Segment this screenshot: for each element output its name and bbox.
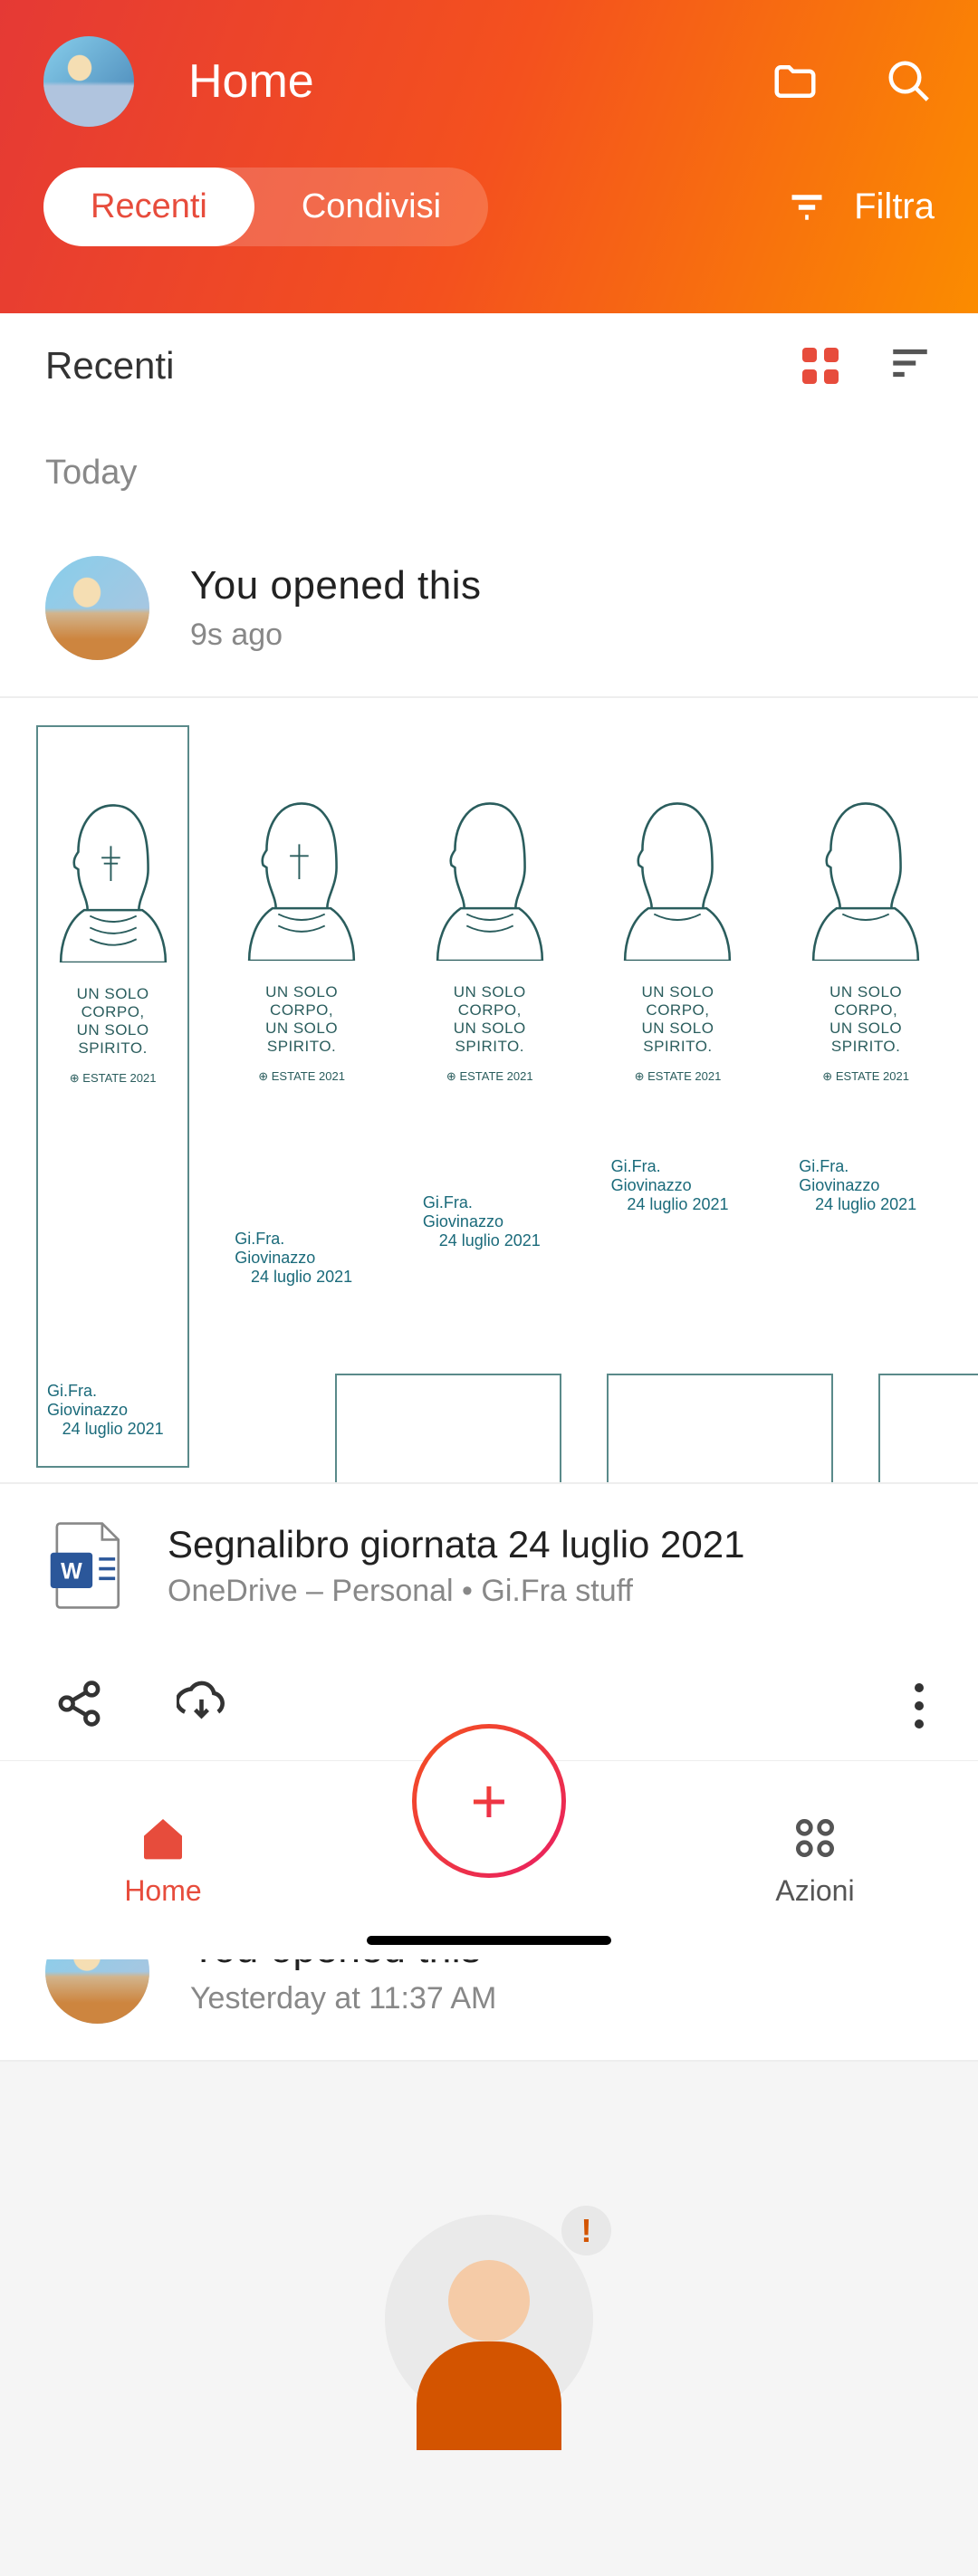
svg-text:W: W xyxy=(61,1558,82,1584)
sort-icon[interactable] xyxy=(887,340,933,390)
nav-actions-label: Azioni xyxy=(775,1874,854,1908)
section-title: Recenti xyxy=(45,344,799,388)
date-group-today: Today xyxy=(0,417,978,511)
document-preview[interactable]: UN SOLO CORPO,UN SOLO SPIRITO. ⊕ ESTATE … xyxy=(0,696,978,1484)
tab-shared[interactable]: Condivisi xyxy=(254,168,488,246)
more-icon[interactable] xyxy=(915,1683,924,1729)
nav-home[interactable]: Home xyxy=(0,1813,326,1908)
page-title: Home xyxy=(188,54,770,109)
extra-thumbs xyxy=(335,1374,978,1482)
empty-preview[interactable]: ! xyxy=(0,2060,978,2576)
bookmark-thumb: UN SOLO CORPO,UN SOLO SPIRITO. ⊕ ESTATE … xyxy=(602,725,754,1241)
file-info: Segnalibro giornata 24 luglio 2021 OneDr… xyxy=(168,1523,745,1609)
view-toggles xyxy=(799,340,933,390)
share-icon[interactable] xyxy=(54,1679,104,1733)
home-indicator[interactable] xyxy=(367,1936,611,1945)
activity-info: You opened this 9s ago xyxy=(190,563,482,653)
word-doc-icon: W xyxy=(45,1520,127,1611)
app-header: Home Recenti Condivisi Filtra xyxy=(0,0,978,313)
tabs-segment: Recenti Condivisi xyxy=(43,168,488,246)
activity-action: You opened this xyxy=(190,563,482,608)
tab-recent[interactable]: Recenti xyxy=(43,168,254,246)
section-header: Recenti xyxy=(0,313,978,417)
bookmark-thumb: UN SOLO CORPO,UN SOLO SPIRITO. ⊕ ESTATE … xyxy=(225,725,378,1314)
search-icon[interactable] xyxy=(884,56,935,107)
activity-time: Yesterday at 11:37 AM xyxy=(190,1981,496,2016)
activity-time: 9s ago xyxy=(190,618,482,653)
plus-icon: + xyxy=(471,1765,508,1837)
bookmark-thumb: UN SOLO CORPO,UN SOLO SPIRITO. ⊕ ESTATE … xyxy=(414,725,566,1278)
alert-badge: ! xyxy=(561,2206,611,2255)
bookmark-thumb: UN SOLO CORPO,UN SOLO SPIRITO. ⊕ ESTATE … xyxy=(36,725,189,1468)
folder-icon[interactable] xyxy=(770,56,820,107)
file-name: Segnalibro giornata 24 luglio 2021 xyxy=(168,1523,745,1566)
file-row[interactable]: W Segnalibro giornata 24 luglio 2021 One… xyxy=(0,1484,978,1647)
download-icon[interactable] xyxy=(177,1679,226,1733)
user-avatar-small xyxy=(45,556,149,660)
grid-view-icon[interactable] xyxy=(799,344,842,388)
activity-item-header[interactable]: You opened this 9s ago xyxy=(0,511,978,696)
header-actions xyxy=(770,56,935,107)
filter-label: Filtra xyxy=(854,187,935,227)
header-top-row: Home xyxy=(0,0,978,127)
file-location: OneDrive – Personal • Gi.Fra stuff xyxy=(168,1574,745,1609)
filter-button[interactable]: Filtra xyxy=(787,187,935,227)
header-tabs-row: Recenti Condivisi Filtra xyxy=(0,127,978,246)
bookmark-thumb: UN SOLO CORPO,UN SOLO SPIRITO. ⊕ ESTATE … xyxy=(790,725,942,1241)
nav-home-label: Home xyxy=(124,1874,201,1908)
add-button[interactable]: + xyxy=(412,1724,566,1878)
user-avatar[interactable] xyxy=(43,36,134,127)
nav-actions[interactable]: Azioni xyxy=(652,1813,978,1908)
placeholder-illustration: ! xyxy=(385,2215,593,2423)
